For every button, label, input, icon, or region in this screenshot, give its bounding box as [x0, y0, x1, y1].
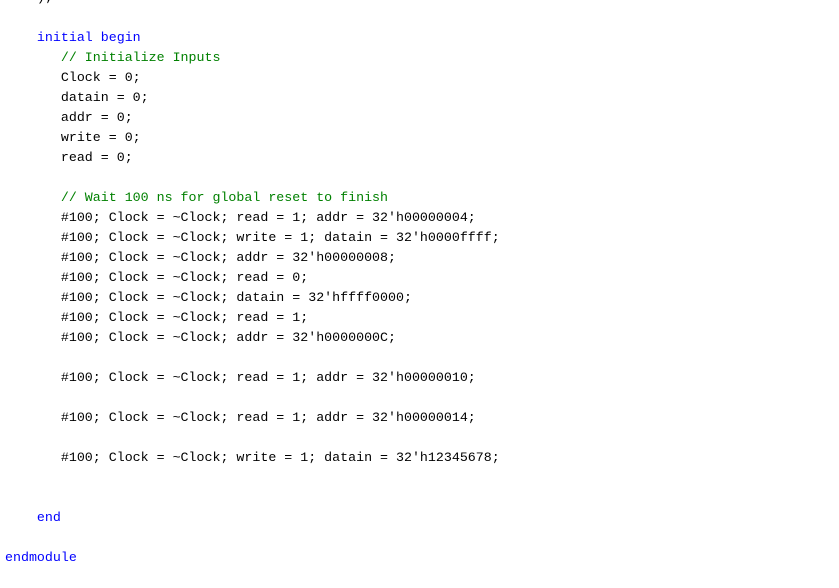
code-token: #100; Clock = ~Clock; read = 1; addr = 3…: [5, 410, 476, 425]
code-token: #100; Clock = ~Clock; addr = 32'h0000000…: [5, 330, 396, 345]
code-line: );: [5, 0, 53, 8]
code-line: #100; Clock = ~Clock; addr = 32'h0000000…: [5, 248, 396, 268]
code-token: #100; Clock = ~Clock; read = 1; addr = 3…: [5, 370, 476, 385]
code-token: #100; Clock = ~Clock; write = 1; datain …: [5, 230, 500, 245]
code-token: #100; Clock = ~Clock; datain = 32'hffff0…: [5, 290, 412, 305]
code-token: datain = 0;: [5, 90, 149, 105]
code-token: #100; Clock = ~Clock; read = 1;: [5, 310, 309, 325]
code-line: initial begin: [5, 28, 141, 48]
code-token: #100; Clock = ~Clock; read = 1; addr = 3…: [5, 210, 476, 225]
code-line: #100; Clock = ~Clock; datain = 32'hffff0…: [5, 288, 412, 308]
code-token: write = 0;: [5, 130, 141, 145]
code-line: read = 0;: [5, 148, 133, 168]
code-line: datain = 0;: [5, 88, 149, 108]
code-line: #100; Clock = ~Clock; read = 1;: [5, 308, 308, 328]
code-line: #100; Clock = ~Clock; read = 1; addr = 3…: [5, 368, 476, 388]
code-line: write = 0;: [5, 128, 141, 148]
code-token: addr = 0;: [5, 110, 133, 125]
code-token: read = 0;: [5, 150, 133, 165]
code-line: #100; Clock = ~Clock; read = 1; addr = 3…: [5, 208, 476, 228]
code-line: #100; Clock = ~Clock; addr = 32'h0000000…: [5, 328, 396, 348]
keyword-token: end: [5, 510, 61, 525]
code-token: );: [5, 0, 53, 5]
comment-token: // Initialize Inputs: [5, 50, 221, 65]
code-line: end: [5, 508, 61, 528]
code-token: Clock = 0;: [5, 70, 141, 85]
code-line: // Initialize Inputs: [5, 48, 221, 68]
keyword-token: endmodule: [5, 550, 77, 565]
code-line: #100; Clock = ~Clock; read = 1; addr = 3…: [5, 408, 476, 428]
keyword-token: initial begin: [5, 30, 141, 45]
code-line: addr = 0;: [5, 108, 133, 128]
code-token: #100; Clock = ~Clock; write = 1; datain …: [5, 450, 500, 465]
code-token: #100; Clock = ~Clock; read = 0;: [5, 270, 309, 285]
code-token: #100; Clock = ~Clock; addr = 32'h0000000…: [5, 250, 396, 265]
code-line: #100; Clock = ~Clock; read = 0;: [5, 268, 308, 288]
code-line: #100; Clock = ~Clock; write = 1; datain …: [5, 228, 500, 248]
code-editor[interactable]: ); initial begin // Initialize Inputs Cl…: [0, 0, 839, 588]
code-line: Clock = 0;: [5, 68, 141, 88]
code-line: #100; Clock = ~Clock; write = 1; datain …: [5, 448, 500, 468]
code-line: // Wait 100 ns for global reset to finis…: [5, 188, 388, 208]
comment-token: // Wait 100 ns for global reset to finis…: [5, 190, 389, 205]
code-line: endmodule: [5, 548, 77, 568]
